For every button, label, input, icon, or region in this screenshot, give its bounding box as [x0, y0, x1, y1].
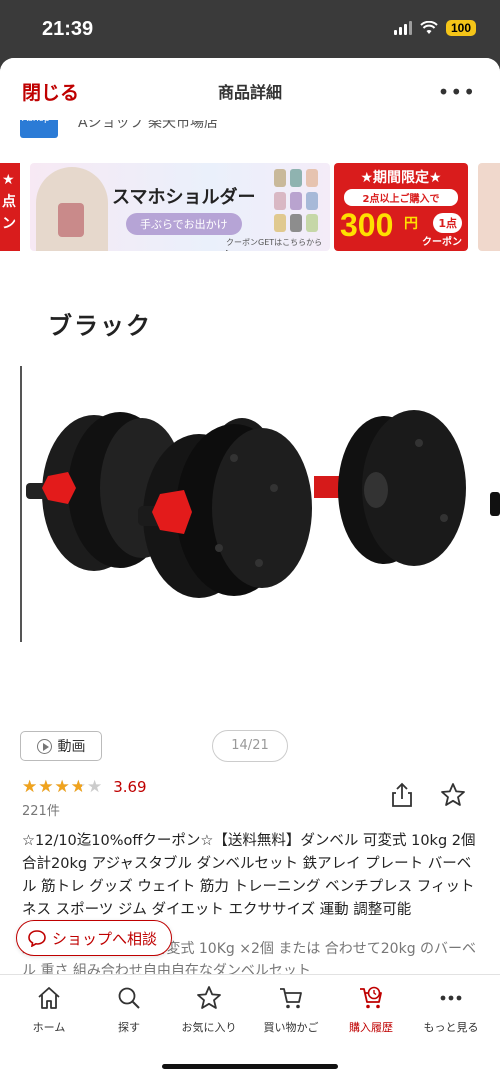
- dumbbell-image: [26, 410, 466, 598]
- status-bar: 21:39 100: [0, 0, 500, 58]
- banner-prev-partial[interactable]: ★ 点 ン: [0, 163, 20, 251]
- banner-cases-image: [274, 169, 324, 233]
- tab-more[interactable]: もっと見る: [410, 985, 492, 1035]
- signal-icon: [393, 21, 412, 35]
- sale-amount: 300: [340, 207, 394, 243]
- sheet-header: 閉じる 商品詳細 •••: [0, 58, 500, 120]
- tab-label: 買い物かご: [263, 1021, 319, 1034]
- status-icons: 100: [393, 20, 476, 36]
- tab-home[interactable]: ホーム: [8, 985, 90, 1035]
- star-icon: [197, 986, 221, 1009]
- history-icon: [360, 986, 382, 1009]
- chat-icon: [28, 930, 46, 947]
- star-rating-fill: ★★★★★: [22, 778, 82, 796]
- play-icon: [36, 738, 52, 754]
- rating-value: 3.69: [113, 778, 147, 796]
- banner-next-partial[interactable]: [478, 163, 500, 251]
- promo-banner-carousel[interactable]: ★ 点 ン スマホショルダー 手ぶらでお出かけ クーポンGETはこちらから ▶ …: [0, 163, 500, 251]
- banner-prev-text: ★ 点 ン: [2, 172, 16, 232]
- more-icon: [440, 995, 462, 1001]
- tab-purchase-history[interactable]: 購入履歴: [330, 985, 412, 1035]
- banner-bag-image: [58, 203, 84, 237]
- search-icon: [118, 987, 140, 1009]
- sale-coupon: クーポン: [422, 237, 462, 248]
- tab-label: お気に入り: [181, 1021, 237, 1034]
- tab-label: 探す: [118, 1021, 140, 1034]
- banner-pill: 手ぶらでお出かけ: [126, 213, 242, 235]
- star-rating: ★★★★★ ★★★★★: [22, 776, 104, 797]
- shop-consult-label: ショップへ相談: [52, 929, 158, 948]
- tab-cart[interactable]: 買い物かご: [250, 985, 332, 1035]
- banner-sale[interactable]: ★期間限定★ 2点以上ご購入で 300 円 1点 クーポン: [334, 163, 468, 251]
- image-page-counter: 14/21: [212, 730, 288, 762]
- cart-icon: [280, 988, 302, 1009]
- sale-title: ★期間限定★: [360, 170, 442, 186]
- product-title: ☆12/10迄10%offクーポン☆【送料無料】ダンベル 可変式 10kg 2個…: [22, 833, 476, 918]
- tab-label: ホーム: [32, 1021, 66, 1034]
- page-title: 商品詳細: [217, 83, 282, 102]
- tab-label: もっと見る: [423, 1021, 479, 1034]
- sale-yen: 円: [404, 216, 418, 232]
- video-button[interactable]: 動画: [20, 731, 102, 761]
- rating-row[interactable]: ★★★★★ ★★★★★ 3.69: [22, 778, 147, 796]
- product-detail-sheet: Ashop Aショップ 楽天市場店 閉じる 商品詳細 ••• ★ 点 ン スマホ…: [0, 58, 500, 1080]
- more-options-button[interactable]: •••: [438, 80, 476, 104]
- banner-shoulder[interactable]: スマホショルダー 手ぶらでお出かけ クーポンGETはこちらから ▶: [30, 163, 330, 251]
- tab-favorites[interactable]: お気に入り: [168, 985, 250, 1035]
- tab-label: 購入履歴: [349, 1021, 393, 1034]
- sale-sub: 2点以上ご購入で: [344, 189, 458, 206]
- wifi-icon: [420, 21, 438, 34]
- battery-indicator: 100: [445, 20, 476, 36]
- next-image-partial: [490, 492, 500, 516]
- product-image-carousel[interactable]: ブラック: [0, 288, 500, 708]
- home-indicator: [162, 1064, 338, 1069]
- tab-search[interactable]: 探す: [88, 985, 170, 1035]
- shop-consult-button[interactable]: ショップへ相談: [16, 920, 173, 956]
- sale-badge: 1点: [433, 213, 462, 233]
- favorite-star-icon[interactable]: [440, 782, 466, 808]
- color-variant-label: ブラック: [48, 312, 152, 340]
- share-icon[interactable]: [390, 782, 414, 808]
- status-time: 21:39: [42, 18, 94, 40]
- banner-title: スマホショルダー: [112, 187, 256, 208]
- image-divider: [20, 366, 22, 642]
- video-label: 動画: [57, 739, 86, 755]
- review-count[interactable]: 221件: [22, 800, 60, 819]
- banner-coupon-note: クーポンGETはこちらから ▶: [226, 238, 323, 251]
- home-icon: [38, 987, 60, 1009]
